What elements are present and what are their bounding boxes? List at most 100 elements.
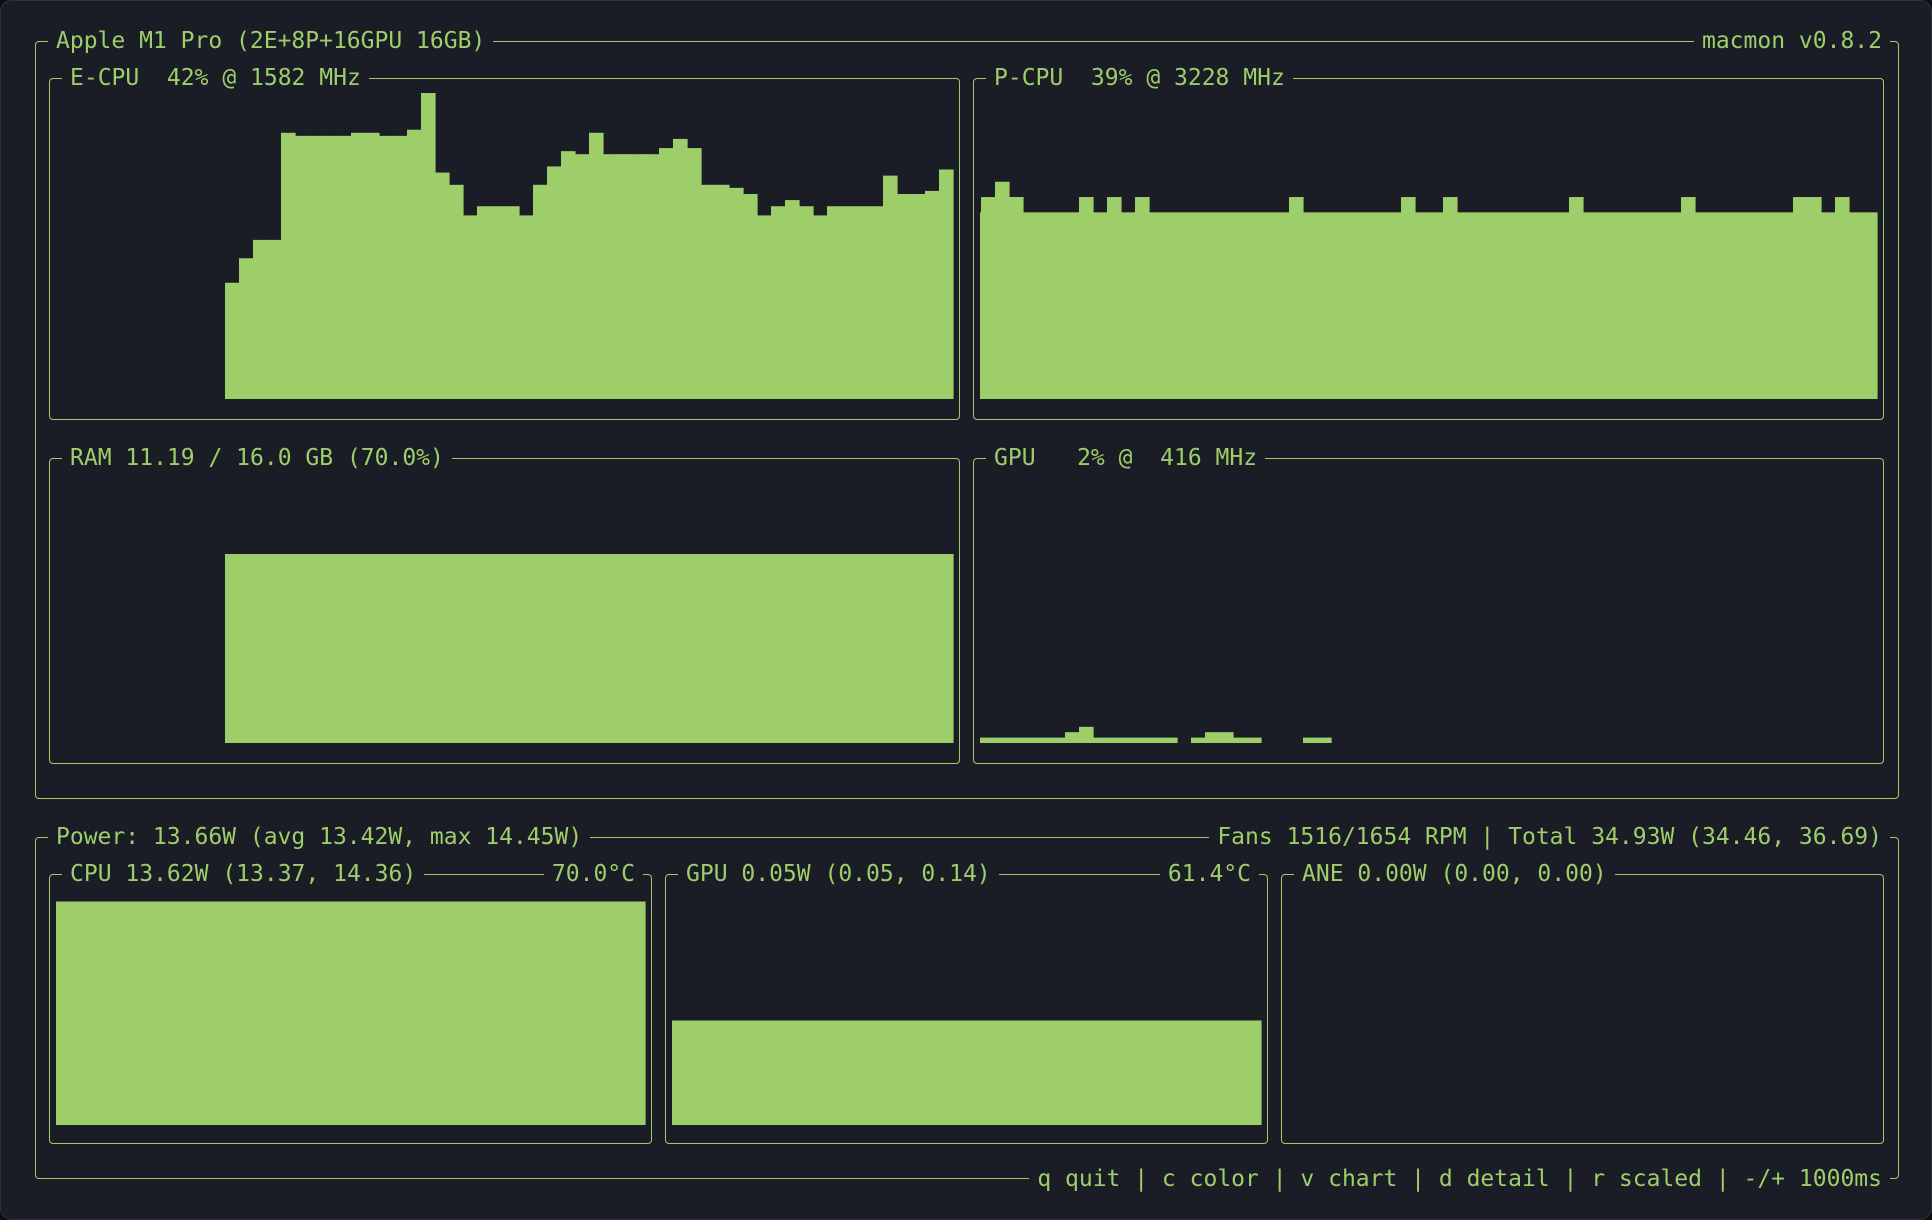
ecpu-bar xyxy=(309,135,324,399)
ram-bar xyxy=(449,554,464,743)
ram-chart xyxy=(225,554,954,743)
ecpu-bar xyxy=(435,172,450,399)
pcpu-bar xyxy=(981,197,996,399)
pcpu-bar xyxy=(1527,212,1542,399)
cpu-power-bar xyxy=(225,901,240,1125)
pcpu-bar xyxy=(1429,212,1444,399)
ram-bar xyxy=(309,554,324,743)
gpu-power-bar xyxy=(1177,1020,1192,1125)
pcpu-bar xyxy=(1023,212,1038,399)
gpu-power-bar xyxy=(953,1020,968,1125)
ram-bar xyxy=(365,554,380,743)
pcpu-bar xyxy=(1597,212,1612,399)
pcpu-bar xyxy=(1737,212,1752,399)
ane-power-chart xyxy=(1288,889,1877,1125)
gpu-power-panel: GPU 0.05W (0.05, 0.14) 61.4°C xyxy=(665,861,1268,1144)
ram-bar xyxy=(645,554,660,743)
pcpu-bar xyxy=(1065,212,1080,399)
pcpu-bar xyxy=(1849,212,1864,399)
gpu-bar xyxy=(1205,732,1220,743)
pcpu-bar xyxy=(1695,212,1710,399)
gpu-power-bar xyxy=(995,1020,1010,1125)
ecpu-bar xyxy=(813,215,828,399)
cpu-power-bar xyxy=(603,901,618,1125)
gpu-bar xyxy=(1065,732,1080,743)
ram-bar xyxy=(841,554,856,743)
pcpu-bar xyxy=(1177,212,1192,399)
pcpu-title: P-CPU 39% @ 3228 MHz xyxy=(986,65,1293,91)
ecpu-bar xyxy=(323,135,338,399)
ecpu-bar xyxy=(925,190,940,399)
gpu-power-bar xyxy=(799,1020,814,1125)
pcpu-bar xyxy=(1093,212,1108,399)
ecpu-bar xyxy=(253,239,268,399)
cpu-power-bar xyxy=(267,901,282,1125)
gpu-bar xyxy=(1037,737,1052,743)
ram-bar xyxy=(869,554,884,743)
gpu-power-bar xyxy=(1135,1020,1150,1125)
pcpu-bar xyxy=(1793,197,1808,399)
ecpu-bar xyxy=(715,184,730,399)
pcpu-bar xyxy=(1401,197,1416,399)
ram-bar xyxy=(939,554,954,743)
gpu-title: GPU 2% @ 416 MHz xyxy=(986,445,1266,471)
ecpu-bar xyxy=(771,206,786,399)
gpu-power-bar xyxy=(967,1020,982,1125)
cpu-power-bar xyxy=(421,901,436,1125)
pcpu-bar xyxy=(1807,197,1822,399)
pcpu-bar xyxy=(1163,212,1178,399)
ecpu-bar xyxy=(673,138,688,399)
gpu-power-bar xyxy=(813,1020,828,1125)
pcpu-bar xyxy=(1569,197,1584,399)
ecpu-bar xyxy=(239,258,254,399)
ecpu-bar xyxy=(365,132,380,399)
pcpu-bar xyxy=(1373,212,1388,399)
ram-bar xyxy=(561,554,576,743)
gpu-power-bar xyxy=(869,1020,884,1125)
gpu-bar xyxy=(1149,737,1164,743)
ram-bar xyxy=(757,554,772,743)
pcpu-bar xyxy=(1233,212,1248,399)
pcpu-bar xyxy=(1835,197,1850,399)
cpu-power-bar xyxy=(463,901,478,1125)
ram-bar xyxy=(477,554,492,743)
gpu-power-bar xyxy=(757,1020,772,1125)
ecpu-bar xyxy=(869,206,884,399)
gpu-bar xyxy=(1093,737,1108,743)
cpu-power-bar xyxy=(575,901,590,1125)
ecpu-bar xyxy=(729,187,744,399)
pcpu-bar xyxy=(1205,212,1220,399)
gpu-bar xyxy=(1079,726,1094,743)
pcpu-bar xyxy=(1317,212,1332,399)
cpu-power-bar xyxy=(435,901,450,1125)
ram-bar xyxy=(673,554,688,743)
pcpu-bar xyxy=(1289,197,1304,399)
gpu-power-bar xyxy=(827,1020,842,1125)
gpu-power-chart xyxy=(672,1020,1262,1125)
macmon-window: Apple M1 Pro (2E+8P+16GPU 16GB) macmon v… xyxy=(0,0,1932,1220)
cpu-power-bar xyxy=(113,901,128,1125)
pcpu-bar xyxy=(1625,212,1640,399)
gpu-power-bar xyxy=(925,1020,940,1125)
gpu-chart xyxy=(980,726,1332,743)
ram-bar xyxy=(323,554,338,743)
cpu-power-bar xyxy=(477,901,492,1125)
ram-bar xyxy=(407,554,422,743)
gpu-power-bar xyxy=(981,1020,996,1125)
ecpu-bar xyxy=(463,215,478,399)
ecpu-bar xyxy=(393,135,408,399)
cpu-power-bar xyxy=(253,901,268,1125)
ram-bar xyxy=(435,554,450,743)
cpu-power-bar xyxy=(491,901,506,1125)
ecpu-bar xyxy=(589,132,604,399)
ram-bar xyxy=(351,554,366,743)
ecpu-bar xyxy=(533,184,548,399)
ram-panel: RAM 11.19 / 16.0 GB (70.0%) xyxy=(49,445,960,764)
ecpu-bar xyxy=(547,166,562,399)
cpu-power-bar xyxy=(337,901,352,1125)
cpu-power-bar xyxy=(519,901,534,1125)
cpu-power-bar xyxy=(505,901,520,1125)
keyboard-shortcuts: q quit | c color | v chart | d detail | … xyxy=(1029,1166,1890,1192)
ecpu-bar xyxy=(225,282,240,399)
gpu-bar xyxy=(1121,737,1136,743)
